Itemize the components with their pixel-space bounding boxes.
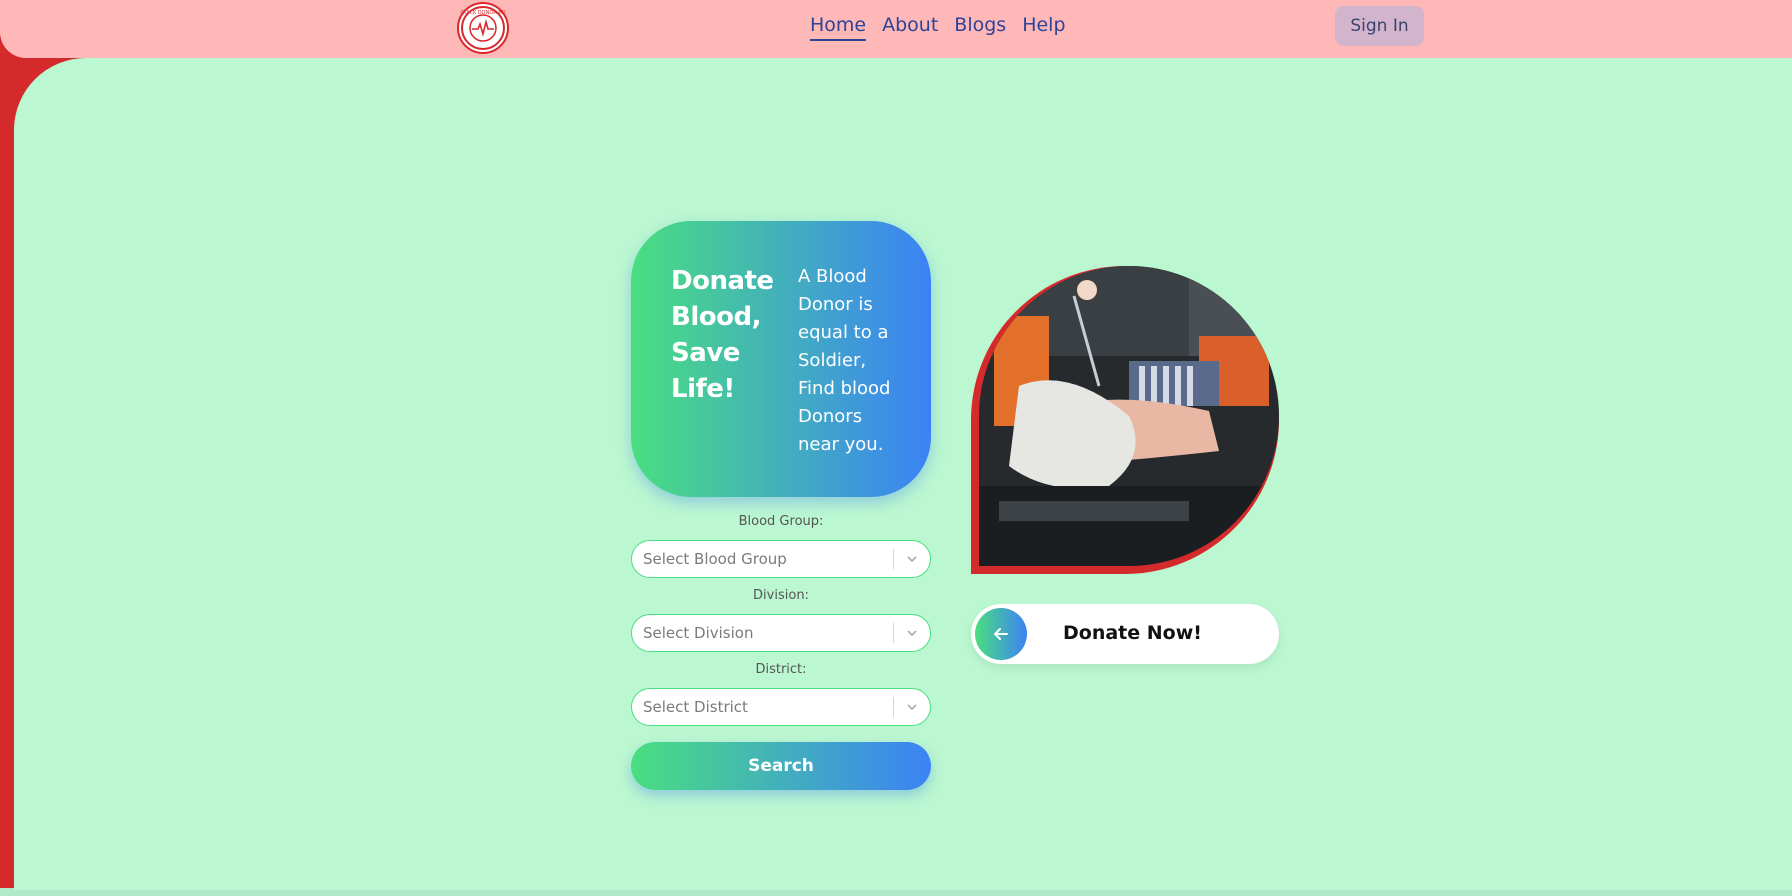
nav-home-link[interactable]: Home bbox=[810, 14, 867, 41]
search-button[interactable]: Search bbox=[631, 742, 931, 790]
svg-text:QUICK DONOR BD: QUICK DONOR BD bbox=[460, 10, 505, 16]
sign-in-button[interactable]: Sign In bbox=[1335, 6, 1424, 46]
hero-tagline: A Blood Donor is equal to a Soldier, Fin… bbox=[798, 266, 891, 455]
nav-help-link[interactable]: Help bbox=[1022, 14, 1065, 41]
donate-now-button[interactable]: Donate Now! bbox=[971, 604, 1279, 664]
photo-frame bbox=[971, 266, 1279, 574]
district-placeholder: Select District bbox=[643, 698, 748, 716]
main-nav: Home About Blogs Help bbox=[810, 14, 1066, 41]
chevron-down-icon[interactable] bbox=[894, 626, 930, 640]
division-placeholder: Select Division bbox=[643, 624, 754, 642]
nav-about-link[interactable]: About bbox=[882, 14, 938, 41]
arrow-left-icon bbox=[975, 608, 1027, 660]
blood-group-label: Blood Group: bbox=[738, 514, 824, 529]
hero-title: Donate Blood, Save Life! bbox=[671, 266, 774, 404]
blood-donation-photo bbox=[979, 266, 1279, 566]
blood-group-placeholder: Select Blood Group bbox=[643, 550, 787, 568]
blood-group-select[interactable]: Select Blood Group bbox=[631, 540, 931, 578]
division-select[interactable]: Select Division bbox=[631, 614, 931, 652]
nav-blogs-link[interactable]: Blogs bbox=[954, 14, 1006, 41]
district-select[interactable]: Select District bbox=[631, 688, 931, 726]
hero-card: Donate Blood, Save Life! A Blood Donor i… bbox=[631, 221, 931, 497]
donate-now-label: Donate Now! bbox=[1063, 622, 1202, 644]
division-label: Division: bbox=[753, 588, 809, 603]
logo-icon: QUICK DONOR BD bbox=[460, 6, 506, 50]
top-navbar: QUICK DONOR BD Home About Blogs Help Sig… bbox=[0, 0, 1792, 58]
district-label: District: bbox=[755, 662, 807, 677]
chevron-down-icon[interactable] bbox=[894, 552, 930, 566]
logo[interactable]: QUICK DONOR BD bbox=[457, 2, 509, 54]
chevron-down-icon[interactable] bbox=[894, 700, 930, 714]
